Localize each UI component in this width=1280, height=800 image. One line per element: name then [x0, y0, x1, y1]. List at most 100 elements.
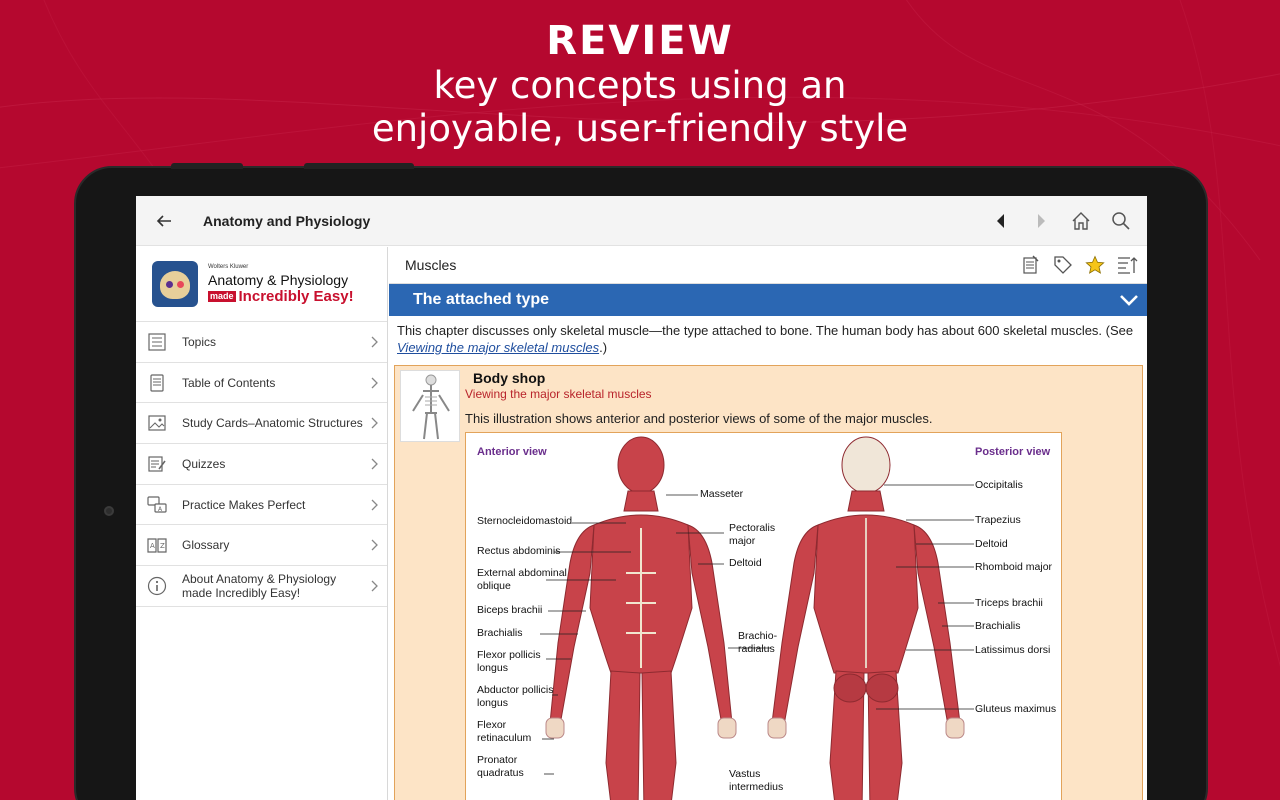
book-name: Anatomy & Physiology	[208, 272, 349, 288]
notes-icon	[1023, 255, 1039, 274]
sidebar-item-table-of-contents[interactable]: Table of Contents	[136, 363, 387, 404]
label-deltoid-posterior: Deltoid	[975, 538, 1008, 550]
list-icon	[146, 331, 168, 353]
sidebar-item-about[interactable]: About Anatomy & Physiology made Incredib…	[136, 566, 387, 607]
svg-text:A: A	[150, 542, 155, 550]
box-description: This illustration shows anterior and pos…	[465, 411, 933, 426]
book-icon	[146, 372, 168, 394]
sidebar-item-label: Topics	[182, 334, 217, 349]
label-pronator-quadratus: Pronator quadratus	[477, 754, 524, 779]
sidebar-item-glossary[interactable]: AZ Glossary	[136, 525, 387, 567]
label-trapezius: Trapezius	[975, 514, 1021, 526]
label-biceps-brachii: Biceps brachii	[477, 604, 543, 616]
chevron-down-icon[interactable]	[1111, 294, 1147, 306]
search-icon	[1112, 211, 1130, 230]
paragraph-text-end: .)	[599, 340, 608, 355]
sidebar-item-label: Glossary	[182, 538, 230, 553]
label-triceps-brachii: Triceps brachii	[975, 597, 1043, 609]
chevron-right-icon	[363, 377, 387, 389]
chevron-right-icon	[363, 417, 387, 429]
label-flexor-retinaculum: Flexor retinaculum	[477, 719, 532, 744]
sidebar-item-study-cards[interactable]: Study Cards–Anatomic Structures	[136, 403, 387, 445]
info-icon	[146, 575, 168, 597]
label-brachioradialus: Brachio-radialus	[738, 630, 778, 655]
label-sternocleidomastoid: Sternocleidomastoid	[477, 515, 573, 527]
book-cover-logo	[152, 261, 198, 307]
back-arrow-icon	[156, 214, 171, 227]
muscle-illustration: Anterior view Posterior view Sternocleid…	[465, 432, 1062, 800]
next-icon	[1038, 213, 1045, 228]
paragraph-text: This chapter discusses only skeletal mus…	[397, 323, 1134, 338]
content-pane: Muscles The attached type This chapter d…	[389, 247, 1147, 800]
label-flexor-pollicis-longus: Flexor pollicis longus	[477, 649, 541, 674]
label-pectoralis-major: Pectoralis major	[729, 522, 776, 547]
previous-button[interactable]	[981, 196, 1021, 246]
box-subtitle: Viewing the major skeletal muscles	[465, 387, 652, 401]
promo-line-2: key concepts using an	[433, 64, 847, 107]
label-gluteus-maximus: Gluteus maximus	[975, 703, 1057, 715]
label-rectus-abdominis: Rectus abdominis	[477, 545, 561, 557]
promo-headline: REVIEW key concepts using an enjoyable, …	[0, 18, 1280, 150]
section-title: The attached type	[413, 291, 550, 308]
promo-line-1: REVIEW	[546, 18, 734, 64]
chevron-right-icon	[363, 336, 387, 348]
image-card-icon	[146, 412, 168, 434]
next-button[interactable]	[1021, 196, 1061, 246]
section-header[interactable]: The attached type	[389, 284, 1147, 316]
front-camera	[104, 506, 114, 516]
outline-button[interactable]	[1111, 247, 1143, 284]
chevron-right-icon	[363, 539, 387, 551]
svg-text:Z: Z	[160, 542, 165, 550]
figure-link[interactable]: Viewing the major skeletal muscles	[397, 340, 599, 355]
chevron-right-icon	[363, 458, 387, 470]
bookmark-star-button[interactable]	[1079, 247, 1111, 284]
app-screen: Anatomy and Physiology Wolters Kluwer An…	[136, 196, 1147, 800]
chat-practice-icon: A	[146, 494, 168, 516]
notes-button[interactable]	[1015, 247, 1047, 284]
book-tagline: Incredibly Easy!	[238, 288, 354, 305]
label-latissimus-dorsi: Latissimus dorsi	[975, 644, 1051, 656]
tag-icon	[1054, 256, 1072, 274]
sidebar-item-practice-makes-perfect[interactable]: A Practice Makes Perfect	[136, 485, 387, 526]
label-abductor-pollicis-longus: Abductor pollicis longus	[477, 684, 554, 709]
label-external-abdominal-oblique: External abdominal oblique	[477, 567, 567, 592]
search-button[interactable]	[1101, 196, 1141, 246]
promo-line-3: enjoyable, user-friendly style	[371, 107, 909, 150]
sidebar-item-quizzes[interactable]: Quizzes	[136, 444, 387, 485]
publisher-name: Wolters Kluwer	[208, 264, 249, 270]
app-toolbar: Anatomy and Physiology	[136, 196, 1147, 246]
sidebar-item-label: Practice Makes Perfect	[182, 497, 306, 512]
label-masseter: Masseter	[700, 488, 744, 500]
home-icon	[1072, 211, 1090, 230]
made-label: made	[208, 291, 236, 302]
power-button	[304, 163, 414, 169]
label-brachialis-anterior: Brachialis	[477, 627, 523, 639]
app-title: Anatomy and Physiology	[203, 212, 371, 229]
sidebar: Wolters Kluwer Anatomy & Physiology made…	[136, 247, 388, 800]
label-brachialis-posterior: Brachialis	[975, 620, 1021, 632]
sidebar-item-topics[interactable]: Topics	[136, 322, 387, 363]
label-vastus-intermedius: Vastus intermedius	[729, 768, 784, 793]
breadcrumb: Muscles	[405, 257, 457, 273]
posterior-view-title: Posterior view	[975, 446, 1051, 458]
chevron-right-icon	[363, 499, 387, 511]
previous-icon	[997, 213, 1004, 228]
sidebar-item-label: About Anatomy & Physiology made Incredib…	[182, 571, 337, 600]
muscle-figures-illustration	[540, 436, 974, 800]
label-occipitalis: Occipitalis	[975, 479, 1023, 491]
volume-button	[171, 163, 243, 169]
anterior-view-title: Anterior view	[477, 446, 547, 458]
chevron-right-icon	[363, 580, 387, 592]
content-header: Muscles	[389, 247, 1147, 284]
box-title: Body shop	[473, 370, 546, 386]
star-icon	[1085, 255, 1105, 274]
sidebar-item-label: Quizzes	[182, 456, 226, 471]
label-rhomboid-major: Rhomboid major	[975, 561, 1053, 573]
outline-icon	[1118, 257, 1138, 274]
home-button[interactable]	[1061, 196, 1101, 246]
sidebar-item-label: Study Cards–Anatomic Structures	[182, 416, 363, 431]
book-brand: Wolters Kluwer Anatomy & Physiology made…	[136, 247, 387, 322]
body-shop-box: Body shop Viewing the major skeletal mus…	[394, 365, 1143, 800]
tag-button[interactable]	[1047, 247, 1079, 284]
back-button[interactable]	[136, 196, 192, 246]
